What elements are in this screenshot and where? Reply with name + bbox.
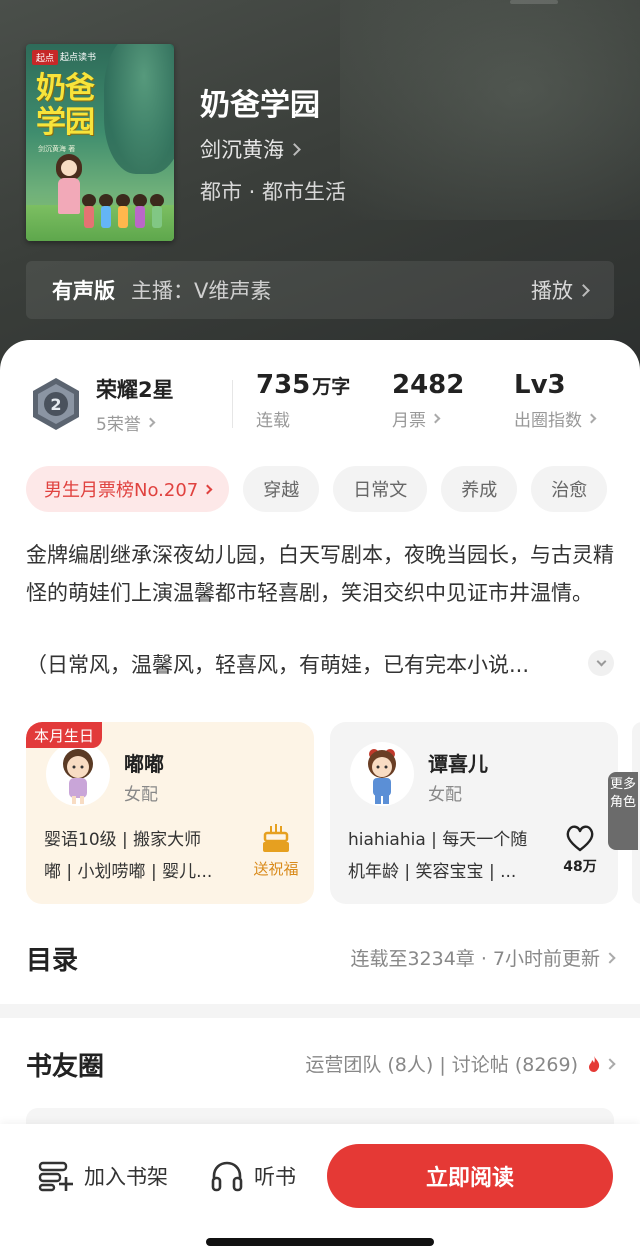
listen-button[interactable]: 听书	[210, 1160, 296, 1192]
monthly-votes-stat[interactable]: 2482 月票	[392, 370, 464, 431]
character-name: 谭喜儿	[428, 752, 488, 776]
influence-stat[interactable]: Lv3 出圈指数	[514, 370, 597, 431]
honor-badge-number: 2	[50, 395, 61, 414]
character-desc-line: 机年龄 | 笑容宝宝 | ...	[348, 862, 517, 882]
book-header: 起点 起点读书 奶爸学园 剑沉黄海 著 奶爸学园 剑沉黄海 都市 · 都市生活 …	[0, 0, 640, 380]
cover-author: 剑沉黄海 著	[38, 145, 76, 153]
add-to-shelf-label: 加入书架	[84, 1165, 168, 1189]
tag-item[interactable]: 日常文	[333, 466, 428, 512]
chevron-right-icon	[430, 413, 441, 424]
chevron-right-icon	[288, 142, 301, 156]
fire-icon	[589, 1055, 600, 1072]
chevron-right-icon	[604, 951, 616, 964]
listen-label: 听书	[254, 1165, 296, 1189]
character-desc-line: hiahiahia | 每天一个随	[348, 830, 528, 850]
cover-publisher-badge: 起点	[32, 50, 59, 65]
toc-meta: 连载至3234章 · 7小时前更新	[350, 948, 600, 970]
character-desc-line: 嘟 | 小划唠嘟 | 婴儿...	[44, 862, 213, 882]
table-of-contents-row[interactable]: 目录 连载至3234章 · 7小时前更新	[0, 930, 640, 990]
character-avatar	[350, 742, 414, 806]
add-shelf-icon	[38, 1161, 73, 1192]
character-role: 女配	[428, 785, 462, 805]
girl-avatar-icon	[368, 749, 396, 804]
influence-label: 出圈指数	[514, 411, 582, 431]
cake-icon	[263, 824, 289, 852]
headphones-icon	[211, 1161, 243, 1192]
honor-badge-icon: 2	[33, 378, 79, 430]
status-bar-fragment	[510, 0, 558, 4]
book-circle-title: 书友圈	[26, 1052, 105, 1082]
honor-title: 荣耀2星	[96, 378, 174, 402]
synopsis-more-text[interactable]: （日常风，温馨风，轻喜风，有萌娃，已有完本小说...	[26, 646, 586, 684]
cover-tree-art	[104, 44, 174, 174]
chevron-right-icon	[145, 417, 156, 428]
add-to-shelf-button[interactable]: 加入书架	[38, 1160, 168, 1192]
book-circle-row[interactable]: 书友圈 运营团队 (8人) | 讨论帖 (8269)	[0, 1036, 640, 1096]
author-name: 剑沉黄海	[200, 138, 284, 162]
chevron-right-icon	[586, 413, 597, 424]
character-card[interactable]: 本月生日 嘟嘟 女配 婴语10级 | 搬家大师 嘟 | 小划唠嘟 | 婴儿...…	[26, 722, 314, 904]
honor-link[interactable]: 5荣誉	[96, 410, 156, 435]
monthly-votes-label: 月票	[392, 411, 426, 431]
character-role: 女配	[124, 785, 158, 805]
cover-title: 奶爸学园	[36, 71, 95, 140]
book-title: 奶爸学园	[200, 88, 320, 123]
read-now-button[interactable]: 立即阅读	[327, 1144, 613, 1208]
more-roles-button[interactable]: 更多角色	[608, 772, 638, 850]
chevron-down-icon	[596, 656, 606, 667]
monthly-votes-value: 2482	[392, 370, 465, 400]
character-desc-line: 婴语10级 | 搬家大师	[44, 830, 202, 850]
heart-icon	[566, 825, 594, 852]
like-button[interactable]: 48万	[552, 824, 608, 876]
audio-play-button[interactable]: 播放	[531, 275, 590, 305]
home-indicator	[206, 1238, 434, 1246]
divider	[232, 380, 233, 428]
character-desc: hiahiahia | 每天一个随 机年龄 | 笑容宝宝 | ...	[348, 824, 544, 888]
chevron-right-icon	[604, 1057, 616, 1070]
rank-tag[interactable]: 男生月票榜No.207	[26, 466, 230, 512]
chevron-right-icon	[202, 484, 213, 494]
serial-status: 连载	[256, 411, 290, 431]
character-card[interactable]: 谭喜儿 女配 hiahiahia | 每天一个随 机年龄 | 笑容宝宝 | ..…	[330, 722, 618, 904]
character-desc: 婴语10级 | 搬家大师 嘟 | 小划唠嘟 | 婴儿...	[44, 824, 240, 888]
girl-avatar-icon	[63, 749, 93, 804]
book-cover[interactable]: 起点 起点读书 奶爸学园 剑沉黄海 著	[26, 44, 174, 241]
book-genre: 都市 · 都市生活	[200, 180, 347, 204]
rank-tag-label: 男生月票榜No.207	[44, 480, 199, 501]
toc-title: 目录	[26, 946, 79, 976]
word-count-value: 735	[256, 370, 311, 400]
section-divider	[0, 1004, 640, 1018]
tag-item[interactable]: 养成	[441, 466, 518, 512]
character-name: 嘟嘟	[124, 752, 164, 776]
chevron-right-icon	[577, 283, 590, 297]
audio-version-label: 有声版	[52, 279, 115, 303]
bottom-action-bar: 加入书架 听书 立即阅读	[0, 1124, 640, 1260]
stats-row: 2 荣耀2星 5荣誉 735 万字 连载 2482 月票 Lv3 出圈指数	[0, 340, 640, 460]
tag-item[interactable]: 治愈	[531, 466, 608, 512]
influence-value: Lv3	[514, 370, 566, 400]
send-blessing-button[interactable]: 送祝福	[248, 824, 304, 879]
cover-girl-illustration	[56, 154, 82, 224]
honor-count: 5荣誉	[96, 415, 141, 435]
author-link[interactable]: 剑沉黄海	[200, 134, 301, 164]
send-blessing-label: 送祝福	[253, 860, 299, 878]
character-avatar	[46, 742, 110, 806]
birthday-badge: 本月生日	[26, 722, 103, 748]
like-count: 48万	[563, 859, 597, 875]
word-count-unit: 万字	[312, 376, 351, 398]
audio-play-label: 播放	[531, 279, 573, 303]
audio-host: 主播：V维声素	[131, 279, 272, 303]
cover-kids-illustration	[82, 194, 172, 234]
book-circle-meta: 运营团队 (8人) | 讨论帖 (8269)	[305, 1054, 578, 1076]
audio-version-bar[interactable]: 有声版 主播：V维声素 播放	[26, 261, 614, 319]
synopsis-text[interactable]: 金牌编剧继承深夜幼儿园，白天写剧本，夜晚当园长，与古灵精怪的萌娃们上演温馨都市轻…	[26, 536, 618, 612]
tag-item[interactable]: 穿越	[243, 466, 320, 512]
word-count-stat: 735 万字 连载	[256, 370, 350, 431]
cover-publisher: 起点读书	[60, 53, 97, 63]
book-detail-card: 2 荣耀2星 5荣誉 735 万字 连载 2482 月票 Lv3 出圈指数 男生月…	[0, 340, 640, 1260]
expand-synopsis-button[interactable]	[588, 650, 614, 676]
tag-list: 男生月票榜No.207 穿越 日常文 养成 治愈	[26, 466, 640, 514]
